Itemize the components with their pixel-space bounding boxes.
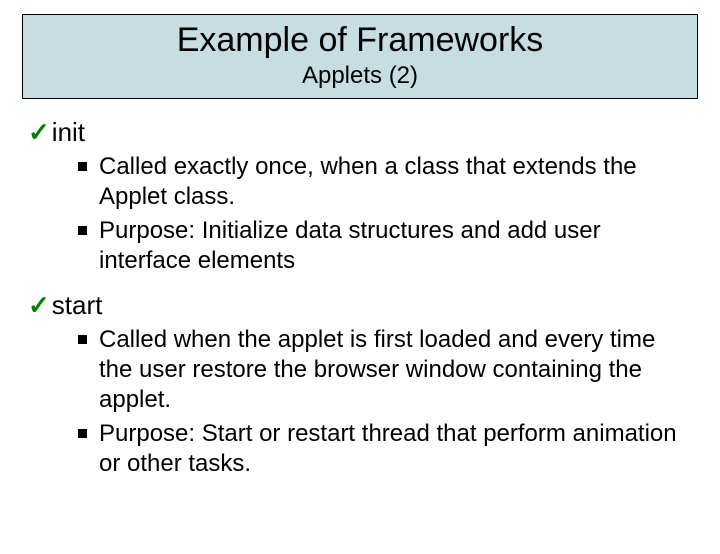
bullet-text: Called exactly once, when a class that e… — [99, 152, 682, 212]
bullet-text: Called when the applet is first loaded a… — [99, 325, 682, 415]
list-item: Called when the applet is first loaded a… — [78, 325, 682, 415]
square-bullet-icon — [78, 162, 87, 171]
bullet-list: Called exactly once, when a class that e… — [78, 152, 682, 276]
section-title: init — [52, 117, 85, 148]
list-item: Called exactly once, when a class that e… — [78, 152, 682, 212]
slide-subtitle: Applets (2) — [33, 62, 687, 90]
bullet-list: Called when the applet is first loaded a… — [78, 325, 682, 479]
slide-header: Example of Frameworks Applets (2) — [22, 14, 698, 99]
square-bullet-icon — [78, 335, 87, 344]
list-item: Purpose: Start or restart thread that pe… — [78, 419, 682, 479]
list-item: Purpose: Initialize data structures and … — [78, 216, 682, 276]
square-bullet-icon — [78, 429, 87, 438]
section-heading-start: ✓ start — [28, 290, 692, 321]
slide-content: ✓ init Called exactly once, when a class… — [0, 99, 720, 479]
bullet-text: Purpose: Start or restart thread that pe… — [99, 419, 682, 479]
section-title: start — [52, 290, 103, 321]
slide-title: Example of Frameworks — [33, 21, 687, 60]
checkmark-icon: ✓ — [28, 119, 50, 145]
checkmark-icon: ✓ — [28, 292, 50, 318]
section-heading-init: ✓ init — [28, 117, 692, 148]
square-bullet-icon — [78, 226, 87, 235]
bullet-text: Purpose: Initialize data structures and … — [99, 216, 682, 276]
